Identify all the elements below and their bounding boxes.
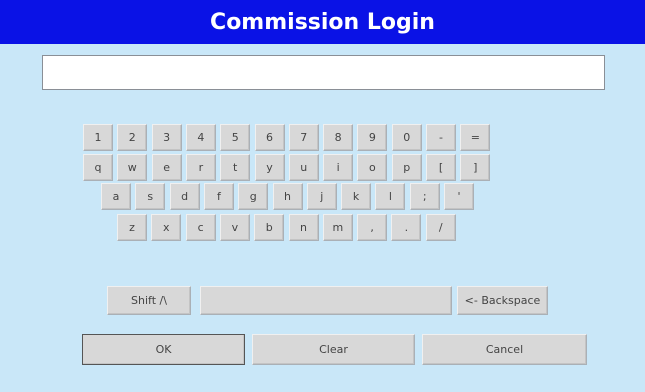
key-row3-0[interactable]: a	[101, 183, 131, 210]
backspace-key[interactable]: <- Backspace	[457, 286, 548, 315]
key-row3-3[interactable]: f	[203, 183, 234, 210]
shift-key[interactable]: Shift /\	[107, 286, 191, 315]
key-row2-9[interactable]: p	[391, 154, 422, 181]
key-row3-9[interactable]: ;	[409, 183, 440, 210]
clear-button[interactable]: Clear	[252, 334, 415, 365]
key-row4-4[interactable]: b	[254, 214, 285, 241]
key-row4-9[interactable]: /	[425, 214, 456, 241]
key-row1-3[interactable]: 4	[185, 124, 216, 151]
key-row1-8[interactable]: 9	[357, 124, 388, 151]
key-row3-5[interactable]: h	[272, 183, 303, 210]
key-row2-11[interactable]: ]	[460, 154, 491, 181]
space-bar-key[interactable]	[200, 286, 452, 315]
key-row2-5[interactable]: y	[254, 154, 285, 181]
key-row1-0[interactable]: 1	[83, 124, 113, 151]
ok-button[interactable]: OK	[82, 334, 245, 365]
key-row2-6[interactable]: u	[288, 154, 319, 181]
key-row1-7[interactable]: 8	[323, 124, 354, 151]
key-row4-7[interactable]: ,	[357, 214, 388, 241]
key-row3-7[interactable]: k	[341, 183, 372, 210]
login-input-field[interactable]	[42, 55, 605, 90]
key-row4-1[interactable]: x	[151, 214, 182, 241]
key-row4-3[interactable]: v	[219, 214, 250, 241]
window-title: Commission Login	[210, 9, 435, 35]
key-row4-2[interactable]: c	[185, 214, 216, 241]
key-row2-8[interactable]: o	[357, 154, 388, 181]
key-row2-4[interactable]: t	[220, 154, 251, 181]
key-row2-0[interactable]: q	[83, 154, 113, 181]
key-row1-2[interactable]: 3	[151, 124, 182, 151]
key-row1-10[interactable]: -	[426, 124, 456, 151]
key-row1-11[interactable]: =	[460, 124, 491, 151]
key-row2-3[interactable]: r	[185, 154, 216, 181]
key-row4-5[interactable]: n	[288, 214, 319, 241]
key-row2-7[interactable]: i	[323, 154, 354, 181]
key-row4-6[interactable]: m	[322, 214, 353, 241]
cancel-button[interactable]: Cancel	[422, 334, 587, 365]
key-row2-2[interactable]: e	[151, 154, 182, 181]
key-row1-9[interactable]: 0	[391, 124, 422, 151]
key-row1-1[interactable]: 2	[117, 124, 148, 151]
key-row3-6[interactable]: j	[306, 183, 337, 210]
key-row2-10[interactable]: [	[426, 154, 456, 181]
key-row3-4[interactable]: g	[238, 183, 269, 210]
key-row3-2[interactable]: d	[169, 183, 200, 210]
key-row3-10[interactable]: '	[444, 183, 474, 210]
title-bar: Commission Login	[0, 0, 645, 44]
key-row1-4[interactable]: 5	[220, 124, 251, 151]
key-row1-6[interactable]: 7	[288, 124, 319, 151]
key-row4-8[interactable]: .	[391, 214, 422, 241]
key-row3-1[interactable]: s	[135, 183, 166, 210]
key-row2-1[interactable]: w	[117, 154, 148, 181]
key-row3-8[interactable]: l	[375, 183, 406, 210]
key-row4-0[interactable]: z	[117, 214, 147, 241]
key-row1-5[interactable]: 6	[254, 124, 285, 151]
